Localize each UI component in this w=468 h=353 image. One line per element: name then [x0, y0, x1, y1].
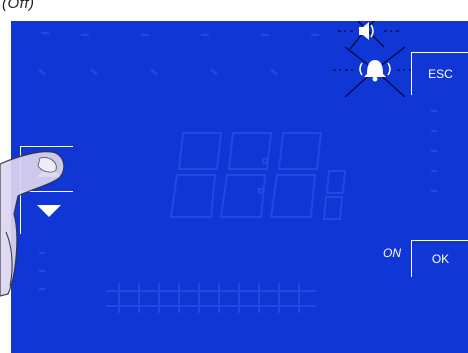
ok-button[interactable]: OK — [411, 240, 468, 277]
finger-pointer — [0, 151, 65, 297]
caption-label: (Off) — [2, 0, 35, 12]
alarm-bell-icon — [333, 46, 417, 98]
on-label: ON — [383, 246, 401, 260]
esc-button[interactable]: ESC — [411, 52, 468, 95]
lcd-display: ESC ON OK — [11, 21, 468, 353]
